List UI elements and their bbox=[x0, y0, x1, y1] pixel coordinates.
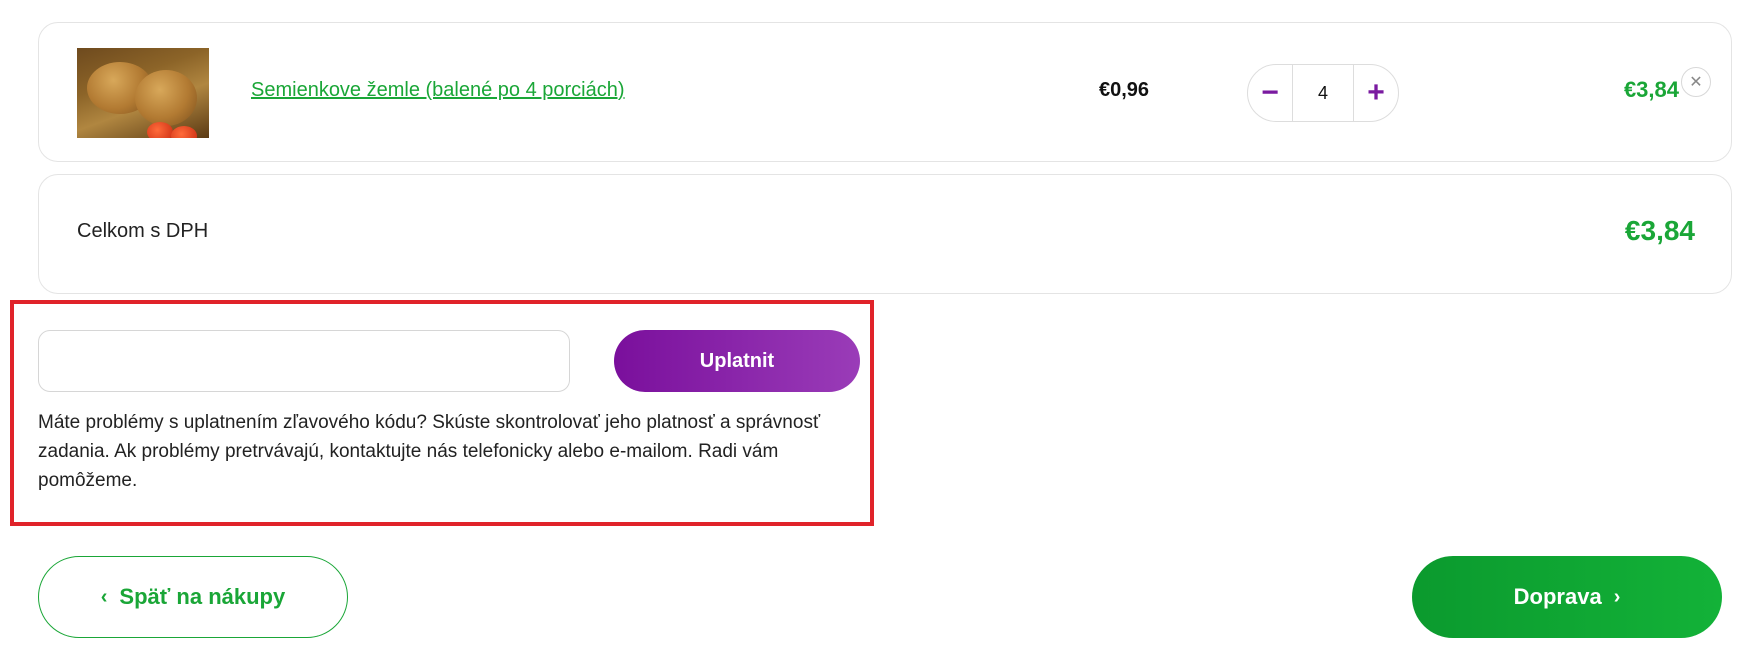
decrease-quantity-button[interactable]: − bbox=[1248, 65, 1292, 121]
shipping-next-button[interactable]: Doprava › bbox=[1412, 556, 1722, 638]
product-name-link[interactable]: Semienkove žemle (balené po 4 porciách) bbox=[251, 79, 625, 102]
cart-item-row: Semienkove žemle (balené po 4 porciách) … bbox=[38, 22, 1732, 162]
cart-total-row: Celkom s DPH €3,84 bbox=[38, 174, 1732, 294]
chevron-right-icon: › bbox=[1613, 585, 1621, 608]
close-icon: ✕ bbox=[1689, 74, 1703, 91]
total-value: €3,84 bbox=[1624, 215, 1695, 246]
chevron-left-icon: ‹ bbox=[100, 585, 108, 608]
line-total: €3,84 bbox=[1623, 77, 1679, 102]
quantity-input[interactable]: 4 bbox=[1292, 65, 1354, 121]
quantity-stepper: − 4 + bbox=[1247, 64, 1399, 122]
apply-coupon-button[interactable]: Uplatnit bbox=[614, 330, 860, 392]
plus-icon: + bbox=[1367, 76, 1385, 109]
remove-item-button[interactable]: ✕ bbox=[1681, 67, 1711, 97]
back-to-shopping-button[interactable]: ‹ Späť na nákupy bbox=[38, 556, 348, 638]
back-button-label: Späť na nákupy bbox=[119, 584, 286, 609]
coupon-section: Uplatnit Máte problémy s uplatnením zľav… bbox=[10, 300, 874, 526]
next-button-label: Doprava bbox=[1513, 584, 1602, 609]
product-image[interactable] bbox=[77, 48, 209, 138]
coupon-code-input[interactable] bbox=[38, 330, 570, 392]
checkout-cart-page: Semienkove žemle (balené po 4 porciách) … bbox=[0, 0, 1762, 657]
minus-icon: − bbox=[1261, 76, 1279, 109]
unit-price: €0,96 bbox=[1098, 79, 1150, 101]
coupon-help-text: Máte problémy s uplatnením zľavového kód… bbox=[38, 412, 821, 491]
total-label: Celkom s DPH bbox=[77, 220, 209, 242]
increase-quantity-button[interactable]: + bbox=[1354, 65, 1398, 121]
